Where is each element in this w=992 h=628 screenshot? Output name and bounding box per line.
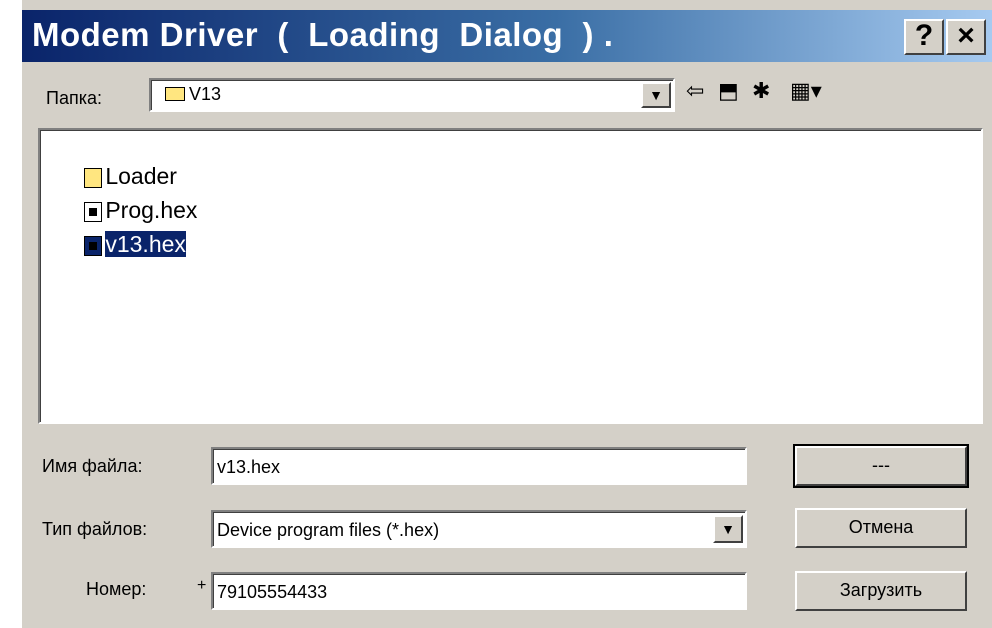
- list-item-selected[interactable]: v13.hex: [46, 204, 187, 258]
- ok-button[interactable]: ---: [793, 444, 969, 488]
- cancel-button-label: Отмена: [848, 517, 914, 537]
- view-menu-icon[interactable]: ▦▾: [790, 80, 822, 102]
- file-name: v13.hex: [104, 230, 187, 258]
- folder-dropdown-button[interactable]: ▼: [641, 82, 671, 108]
- number-label: Номер:: [86, 579, 147, 599]
- folder-value: V13: [189, 84, 222, 104]
- filename-value: v13.hex: [217, 457, 281, 477]
- number-input[interactable]: 79105554433: [211, 572, 747, 610]
- help-icon: ?: [914, 19, 934, 52]
- ok-button-label: ---: [872, 455, 890, 475]
- back-icon[interactable]: ⇦: [686, 80, 704, 102]
- number-prefix: +: [197, 577, 207, 594]
- filename-input[interactable]: v13.hex: [211, 447, 747, 485]
- chevron-down-icon: ▼: [649, 87, 663, 103]
- folder-combo[interactable]: V13 ▼: [149, 78, 675, 112]
- list-item[interactable]: Prog.hex: [46, 170, 197, 223]
- filetype-dropdown-button[interactable]: ▼: [713, 515, 743, 543]
- help-button[interactable]: ?: [904, 19, 944, 55]
- list-item[interactable]: Loader: [46, 136, 177, 189]
- close-button[interactable]: ×: [946, 19, 986, 55]
- title-bar[interactable]: Modem Driver ( Loading Dialog ) . ? ×: [22, 10, 992, 62]
- loading-dialog: Modem Driver ( Loading Dialog ) . ? × Па…: [22, 0, 992, 628]
- close-icon: ×: [957, 19, 975, 52]
- filetype-value: Device program files (*.hex): [217, 520, 440, 540]
- file-list[interactable]: Loader Prog.hex v13.hex: [38, 128, 983, 424]
- folder-label: Папка:: [46, 88, 102, 108]
- filetype-label: Тип файлов:: [42, 519, 148, 539]
- load-button-label: Загрузить: [839, 580, 923, 600]
- window-title: Modem Driver ( Loading Dialog ) .: [32, 16, 614, 53]
- chevron-down-icon: ▼: [721, 521, 735, 537]
- filetype-combo[interactable]: Device program files (*.hex) ▼: [211, 510, 747, 548]
- number-value: 79105554433: [217, 582, 328, 602]
- up-folder-icon[interactable]: ⬒: [718, 80, 739, 102]
- new-folder-icon[interactable]: ✱: [752, 80, 770, 102]
- hex-file-icon: [84, 235, 103, 256]
- load-button[interactable]: Загрузить: [795, 571, 967, 611]
- folder-icon: [165, 87, 185, 101]
- filename-label: Имя файла:: [42, 456, 143, 476]
- cancel-button[interactable]: Отмена: [795, 508, 967, 548]
